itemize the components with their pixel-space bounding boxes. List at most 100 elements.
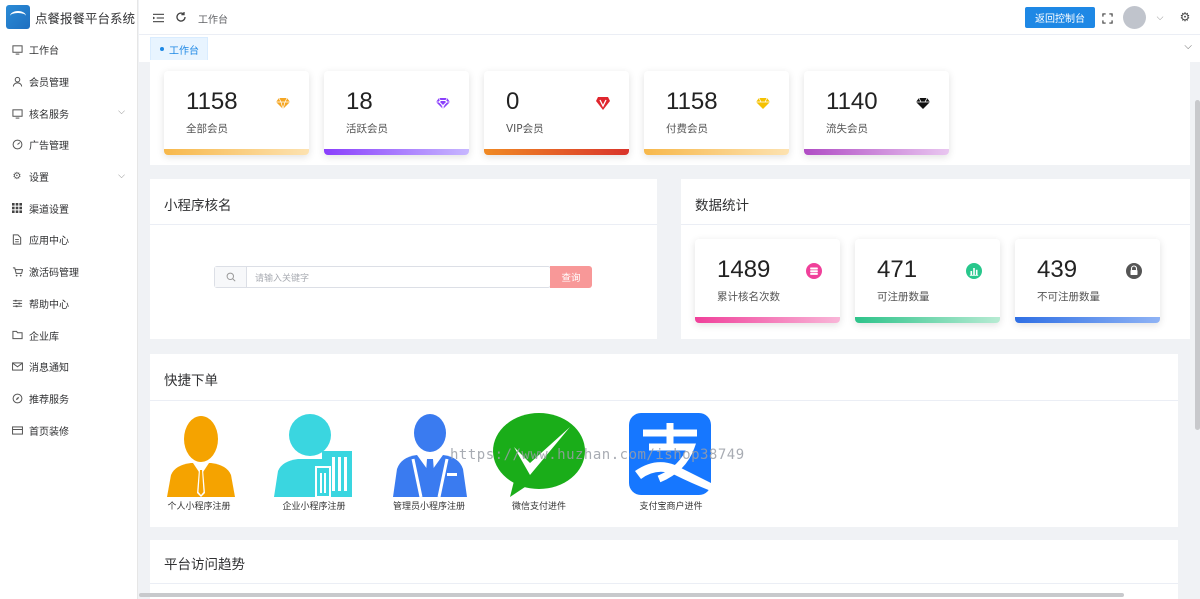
sidebar-item-members[interactable]: 会员管理	[0, 66, 137, 98]
vertical-scrollbar[interactable]	[1195, 100, 1200, 430]
chevron-down-icon: ⌵	[118, 107, 125, 118]
monitor-icon	[11, 107, 23, 119]
stat-card-registrable[interactable]: 471 可注册数量	[855, 239, 1000, 323]
main-content: 1158 全部会员 18 活跃会员 0 VIP会员 1158 付费会员 1140…	[139, 62, 1190, 599]
stat-card-name-checks[interactable]: 1489 累计核名次数	[695, 239, 840, 323]
sidebar-item-enterprise-lib[interactable]: 企业库	[0, 319, 137, 351]
stat-value: 1140	[826, 88, 878, 115]
stat-bar	[644, 149, 789, 155]
stat-label: 流失会员	[826, 123, 868, 135]
search-button[interactable]: 查询	[550, 266, 592, 288]
sidebar-item-app-center[interactable]: 应用中心	[0, 224, 137, 256]
app-logo[interactable]: 点餐报餐平台系统	[0, 0, 137, 34]
horizontal-scrollbar[interactable]	[139, 593, 1124, 597]
chevron-down-icon: ⌵	[118, 170, 125, 181]
diamond-icon	[756, 97, 770, 109]
bar-chart-icon	[966, 263, 982, 279]
stat-bar	[1015, 317, 1160, 323]
stat-label: VIP会员	[506, 123, 544, 135]
divider	[150, 583, 1178, 584]
stat-value: 1158	[666, 88, 718, 115]
lock-icon	[1126, 263, 1142, 279]
sidebar-item-label: 消息通知	[29, 363, 69, 375]
sidebar-item-label: 企业库	[29, 331, 59, 343]
quick-item-enterprise[interactable]: 企业小程序注册	[264, 413, 364, 513]
chevron-down-icon[interactable]: ⌵	[1153, 11, 1167, 25]
quick-item-alipay[interactable]: 支付宝商户进件	[621, 413, 721, 513]
sidebar-item-recommend[interactable]: 推荐服务	[0, 383, 137, 415]
mail-icon	[11, 361, 23, 373]
data-stats-title: 数据统计	[695, 198, 749, 214]
tab-menu-chevron-icon[interactable]: ⌵	[1184, 41, 1192, 52]
grid-icon	[11, 202, 23, 214]
quick-item-admin[interactable]: 管理员小程序注册	[379, 413, 479, 513]
stat-bar	[695, 317, 840, 323]
gear-icon[interactable]: ⚙	[1178, 10, 1192, 24]
trend-panel: 平台访问趋势	[150, 540, 1178, 599]
quick-order-title: 快捷下单	[164, 373, 218, 389]
stat-label: 可注册数量	[877, 291, 930, 303]
stat-bar	[804, 149, 949, 155]
stat-bar	[855, 317, 1000, 323]
divider	[681, 224, 1190, 225]
sidebar-item-label: 推荐服务	[29, 394, 69, 406]
stat-value: 1489	[717, 256, 771, 283]
back-to-console-button[interactable]: 返回控制台	[1025, 7, 1095, 28]
stat-bar	[484, 149, 629, 155]
stat-label: 活跃会员	[346, 123, 388, 135]
sidebar-item-workbench[interactable]: 工作台	[0, 34, 137, 66]
database-icon	[806, 263, 822, 279]
tab-label: 工作台	[169, 45, 199, 57]
gauge-icon	[11, 139, 23, 151]
sidebar-item-ads[interactable]: 广告管理	[0, 129, 137, 161]
document-icon	[11, 234, 23, 246]
quick-item-label: 企业小程序注册	[282, 502, 346, 512]
stat-bar	[324, 149, 469, 155]
name-check-panel: 小程序核名 请输入关键字 查询	[150, 179, 657, 339]
stat-card-paid-members[interactable]: 1158 付费会员	[644, 71, 789, 155]
sidebar-item-notifications[interactable]: 消息通知	[0, 351, 137, 383]
stat-card-active-members[interactable]: 18 活跃会员	[324, 71, 469, 155]
quick-item-wechat-pay[interactable]: 微信支付进件	[489, 413, 589, 513]
sidebar-item-channel[interactable]: 渠道设置	[0, 192, 137, 224]
breadcrumb[interactable]: 工作台	[198, 11, 228, 26]
sidebar-item-label: 会员管理	[29, 78, 69, 90]
person-icon	[167, 416, 235, 497]
fullscreen-icon[interactable]	[1100, 11, 1114, 25]
sidebar-item-activation[interactable]: 激活码管理	[0, 256, 137, 288]
quick-item-label: 管理员小程序注册	[392, 502, 465, 512]
stat-value: 0	[506, 88, 520, 115]
sidebar-menu: 工作台 会员管理 核名服务 ⌵ 广告管理 ⚙ 设置 ⌵ 渠道设置 应用中心 激活…	[0, 34, 137, 446]
refresh-icon[interactable]	[174, 10, 188, 24]
stat-value: 471	[877, 256, 918, 283]
stat-label: 累计核名次数	[717, 291, 780, 303]
sidebar-item-label: 设置	[29, 173, 49, 185]
sidebar-item-help[interactable]: 帮助中心	[0, 288, 137, 320]
diamond-icon	[916, 97, 930, 109]
card-icon	[11, 424, 23, 436]
sidebar-item-label: 核名服务	[29, 109, 69, 121]
sidebar-item-homepage-decor[interactable]: 首页装修	[0, 414, 137, 446]
stat-card-lost-members[interactable]: 1140 流失会员	[804, 71, 949, 155]
watermark-text: https://www.huzhan.com/ishop38749	[450, 447, 745, 463]
quick-item-label: 支付宝商户进件	[639, 502, 703, 512]
sidebar-item-label: 激活码管理	[29, 268, 79, 280]
monitor-icon	[11, 44, 23, 56]
gear-icon: ⚙	[12, 171, 22, 183]
folder-icon	[11, 329, 23, 341]
menu-fold-icon[interactable]	[151, 11, 165, 25]
stat-card-vip-members[interactable]: 0 VIP会员	[484, 71, 629, 155]
stat-value: 439	[1037, 256, 1078, 283]
sidebar-item-settings[interactable]: ⚙ 设置 ⌵	[0, 161, 137, 193]
keyword-search-input[interactable]: 请输入关键字	[214, 266, 551, 288]
sidebar-item-name-service[interactable]: 核名服务 ⌵	[0, 97, 137, 129]
tab-workbench[interactable]: 工作台	[150, 37, 208, 60]
ruby-icon	[596, 97, 610, 110]
stat-label: 全部会员	[186, 123, 228, 135]
stat-card-all-members[interactable]: 1158 全部会员	[164, 71, 309, 155]
tab-bar: 工作台 ⌵	[139, 35, 1200, 62]
stat-card-unregistrable[interactable]: 439 不可注册数量	[1015, 239, 1160, 323]
stat-label: 不可注册数量	[1037, 291, 1100, 303]
quick-item-personal[interactable]: 个人小程序注册	[149, 413, 249, 513]
avatar[interactable]	[1123, 6, 1146, 29]
